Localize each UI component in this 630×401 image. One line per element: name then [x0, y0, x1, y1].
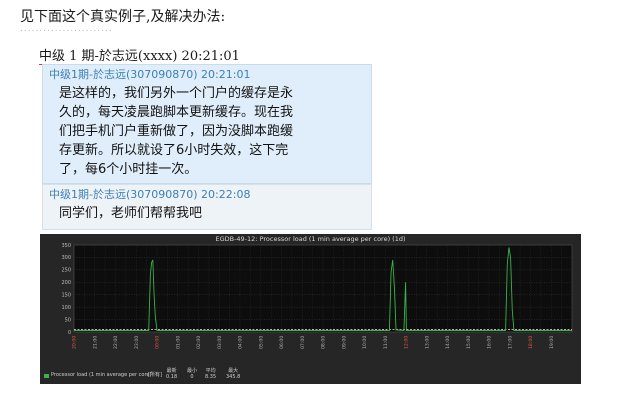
- legend-stat: 最小 0: [187, 368, 197, 380]
- x-tick-label: 15:00: [466, 336, 472, 349]
- x-tick-label: 20:00: [72, 336, 78, 349]
- message-line: 是这样的，我们另外一个门户的缓存是永: [59, 86, 294, 101]
- x-tick-label: 11:00: [383, 336, 389, 349]
- x-tick-label: 19:00: [549, 336, 555, 349]
- legend-stat-value: 0.18: [166, 374, 178, 380]
- x-tick-label: 13:00: [424, 336, 430, 349]
- x-tick-label: 10:00: [362, 336, 368, 349]
- chat-message: 中级1期-於志远(307090870) 20:22:08 同学们，老师们帮帮我吧: [42, 184, 372, 230]
- quote-sender: 中级 1 期-於志远(xxxx): [39, 49, 178, 65]
- legend-stat: 平均 8.35: [205, 368, 216, 380]
- legend-stat-value: 8.35: [205, 374, 217, 380]
- y-tick-label: 350: [61, 243, 71, 249]
- message-line: 们把手机门户重新做了，因为没脚本跑缓: [59, 124, 294, 139]
- y-tick-label: 150: [61, 293, 71, 299]
- x-tick-label: 22:00: [113, 336, 119, 349]
- y-tick-label: 100: [61, 305, 71, 311]
- chat-transcript: 中级1期-於志远(307090870) 20:21:01 是这样的，我们另外一个…: [42, 64, 372, 230]
- y-tick-label: 300: [61, 255, 71, 261]
- message-line: 同学们，老师们帮帮我吧: [59, 206, 203, 221]
- legend-stat: 最大 345.8: [226, 368, 240, 380]
- legend-stat: 最新 0.18: [166, 368, 177, 380]
- message-header: 中级1期-於志远(307090870) 20:21:01: [49, 68, 251, 81]
- x-tick-label: 12:00: [404, 336, 410, 349]
- chart-legend: Processor load (1 min average per core) …: [44, 368, 344, 382]
- y-tick-label: 0: [68, 330, 71, 336]
- x-tick-label: 16:00: [487, 336, 493, 349]
- x-tick-label: 18:00: [528, 336, 534, 349]
- x-tick-label: 08:00: [321, 336, 327, 349]
- legend-stat-label: [所有]: [148, 372, 162, 378]
- y-tick-label: 250: [61, 268, 71, 274]
- x-tick-label: 23:00: [134, 336, 140, 349]
- message-line: 存更新。所以就设了6小时失效，这下完: [59, 143, 289, 158]
- x-tick-label: 01:00: [175, 336, 181, 349]
- quote-heading: 中级 1 期-於志远(xxxx) 20:21:01: [39, 45, 240, 65]
- x-tick-label: 17:00: [507, 336, 513, 349]
- x-tick-label: 04:00: [238, 336, 244, 349]
- separator-dots: ........................: [20, 24, 113, 34]
- message-line: 了，每6个小时挂一次。: [59, 162, 198, 177]
- x-tick-label: 14:00: [445, 336, 451, 349]
- chart-canvas: 0 50 100 150 200 250 300 350 20:00 21:00 22:00 23:0…: [61, 243, 573, 349]
- x-tick-label: 05:00: [258, 336, 264, 349]
- intro-text: 见下面这个真实例子,及解决办法:: [20, 9, 226, 25]
- quote-time: 20:21:01: [181, 49, 240, 64]
- x-tick-label: 03:00: [217, 336, 223, 349]
- y-tick-label: 50: [65, 317, 71, 323]
- message-header: 中级1期-於志远(307090870) 20:22:08: [49, 188, 251, 201]
- x-tick-label: 00:00: [155, 336, 161, 349]
- legend-stat-value: 345.8: [226, 374, 241, 380]
- processor-load-chart: EGDB-49-12: Processor load (1 min averag…: [40, 234, 581, 384]
- message-body: 是这样的，我们另外一个门户的缓存是永 久的，每天凌晨跑脚本更新缓存。现在我 们把…: [49, 82, 365, 179]
- legend-entry: Processor load (1 min average per core): [51, 372, 152, 378]
- chat-message: 中级1期-於志远(307090870) 20:21:01 是这样的，我们另外一个…: [42, 64, 372, 184]
- message-body: 同学们，老师们帮帮我吧: [49, 202, 365, 223]
- x-tick-label: 07:00: [300, 336, 306, 349]
- x-tick-label: 02:00: [196, 336, 202, 349]
- legend-stat-value: 0: [190, 374, 194, 380]
- x-tick-label: 21:00: [92, 336, 98, 349]
- message-line: 久的，每天凌晨跑脚本更新缓存。现在我: [59, 105, 294, 120]
- legend-swatch: [44, 374, 49, 378]
- x-tick-label: 06:00: [279, 336, 285, 349]
- y-tick-label: 200: [61, 280, 71, 286]
- x-tick-label: 09:00: [341, 336, 347, 349]
